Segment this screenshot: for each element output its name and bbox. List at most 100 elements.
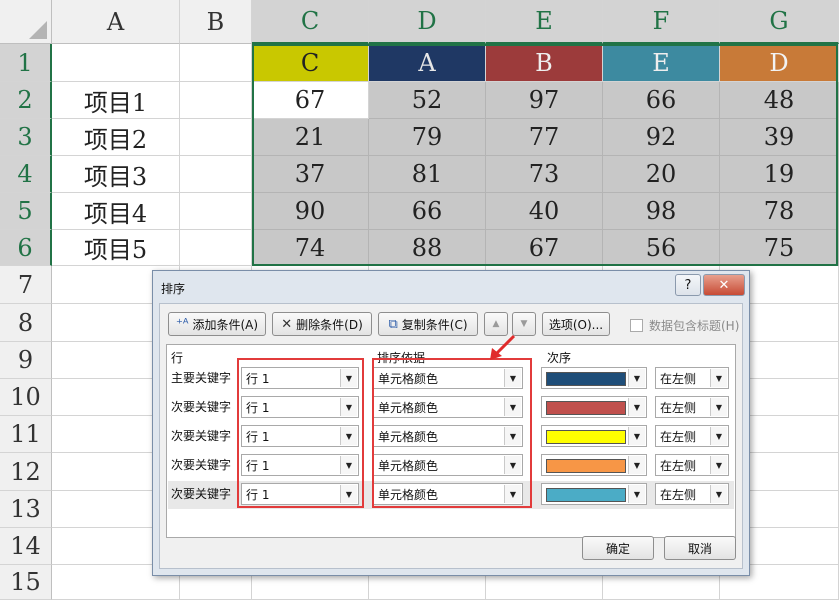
ok-button[interactable]: 确定 (582, 536, 654, 560)
row-header-14[interactable]: 14 (0, 528, 52, 565)
cell[interactable]: A (369, 44, 486, 82)
cell[interactable]: 90 (252, 193, 369, 230)
cell[interactable]: 75 (720, 230, 839, 266)
chevron-down-icon[interactable]: ▼ (504, 398, 521, 416)
options-button[interactable]: 选项(O)... (542, 312, 610, 336)
close-button[interactable]: ✕ (703, 274, 745, 296)
column-header-e[interactable]: E (486, 0, 603, 44)
chevron-down-icon[interactable]: ▼ (340, 456, 357, 474)
row-header-7[interactable]: 7 (0, 266, 52, 304)
cell[interactable] (180, 156, 252, 193)
cell[interactable]: 66 (369, 193, 486, 230)
cell[interactable] (180, 193, 252, 230)
cell[interactable]: 21 (252, 119, 369, 156)
column-header-g[interactable]: G (720, 0, 839, 44)
chevron-down-icon[interactable]: ▼ (628, 398, 645, 416)
chevron-down-icon[interactable]: ▼ (340, 427, 357, 445)
help-button[interactable]: ? (675, 274, 701, 296)
cell[interactable]: D (720, 44, 839, 82)
row-header-10[interactable]: 10 (0, 379, 52, 416)
delete-condition-button[interactable]: ✕ 删除条件(D) (272, 312, 372, 336)
cell[interactable]: 40 (486, 193, 603, 230)
order-color-dropdown[interactable]: ▼ (541, 396, 647, 418)
column-header-a[interactable]: A (52, 0, 180, 44)
chevron-down-icon[interactable]: ▼ (710, 456, 727, 474)
cell[interactable]: 项目5 (52, 230, 180, 266)
column-header-d[interactable]: D (369, 0, 486, 44)
cell[interactable]: 98 (603, 193, 720, 230)
row-header-5[interactable]: 5 (0, 193, 52, 230)
chevron-down-icon[interactable]: ▼ (340, 485, 357, 503)
cell[interactable]: 92 (603, 119, 720, 156)
position-dropdown[interactable]: 在左侧 ▼ (655, 483, 729, 505)
key-dropdown[interactable]: 行 1 ▼ (241, 483, 359, 505)
chevron-down-icon[interactable]: ▼ (504, 485, 521, 503)
row-header-6[interactable]: 6 (0, 230, 52, 266)
row-header-9[interactable]: 9 (0, 342, 52, 379)
key-dropdown[interactable]: 行 1 ▼ (241, 454, 359, 476)
row-header-4[interactable]: 4 (0, 156, 52, 193)
sort-on-dropdown[interactable]: 单元格颜色 ▼ (373, 425, 523, 447)
row-header-2[interactable]: 2 (0, 82, 52, 119)
chevron-down-icon[interactable]: ▼ (628, 369, 645, 387)
cell[interactable]: 67 (486, 230, 603, 266)
cell[interactable]: 37 (252, 156, 369, 193)
cell[interactable]: 52 (369, 82, 486, 119)
column-header-b[interactable]: B (180, 0, 252, 44)
cell[interactable]: 78 (720, 193, 839, 230)
cell[interactable]: 79 (369, 119, 486, 156)
cell[interactable]: 56 (603, 230, 720, 266)
order-color-dropdown[interactable]: ▼ (541, 367, 647, 389)
order-color-dropdown[interactable]: ▼ (541, 454, 647, 476)
key-dropdown[interactable]: 行 1 ▼ (241, 425, 359, 447)
cell[interactable]: 67 (252, 82, 369, 119)
position-dropdown[interactable]: 在左侧 ▼ (655, 425, 729, 447)
cell[interactable] (180, 82, 252, 119)
key-dropdown[interactable]: 行 1 ▼ (241, 396, 359, 418)
row-header-1[interactable]: 1 (0, 44, 52, 82)
chevron-down-icon[interactable]: ▼ (504, 456, 521, 474)
row-header-3[interactable]: 3 (0, 119, 52, 156)
cell[interactable]: B (486, 44, 603, 82)
chevron-down-icon[interactable]: ▼ (628, 456, 645, 474)
cell[interactable]: 19 (720, 156, 839, 193)
chevron-down-icon[interactable]: ▼ (710, 427, 727, 445)
chevron-down-icon[interactable]: ▼ (628, 485, 645, 503)
select-all-corner[interactable] (0, 0, 52, 44)
cell[interactable]: 73 (486, 156, 603, 193)
key-dropdown[interactable]: 行 1 ▼ (241, 367, 359, 389)
cell[interactable]: 88 (369, 230, 486, 266)
chevron-down-icon[interactable]: ▼ (710, 485, 727, 503)
cell[interactable]: 77 (486, 119, 603, 156)
sort-on-dropdown[interactable]: 单元格颜色 ▼ (373, 483, 523, 505)
cell[interactable]: C (252, 44, 369, 82)
chevron-down-icon[interactable]: ▼ (504, 369, 521, 387)
position-dropdown[interactable]: 在左侧 ▼ (655, 454, 729, 476)
order-color-dropdown[interactable]: ▼ (541, 425, 647, 447)
chevron-down-icon[interactable]: ▼ (710, 369, 727, 387)
cell[interactable]: 97 (486, 82, 603, 119)
column-header-c[interactable]: C (252, 0, 369, 44)
column-header-f[interactable]: F (603, 0, 720, 44)
order-color-dropdown[interactable]: ▼ (541, 483, 647, 505)
cancel-button[interactable]: 取消 (664, 536, 736, 560)
cell[interactable]: 48 (720, 82, 839, 119)
position-dropdown[interactable]: 在左侧 ▼ (655, 367, 729, 389)
cell[interactable]: 20 (603, 156, 720, 193)
cell[interactable]: 39 (720, 119, 839, 156)
chevron-down-icon[interactable]: ▼ (504, 427, 521, 445)
chevron-down-icon[interactable]: ▼ (710, 398, 727, 416)
chevron-down-icon[interactable]: ▼ (628, 427, 645, 445)
sort-on-dropdown[interactable]: 单元格颜色 ▼ (373, 454, 523, 476)
cell[interactable]: E (603, 44, 720, 82)
position-dropdown[interactable]: 在左侧 ▼ (655, 396, 729, 418)
row-header-13[interactable]: 13 (0, 491, 52, 528)
row-header-12[interactable]: 12 (0, 453, 52, 491)
copy-condition-button[interactable]: ⧉ 复制条件(C) (378, 312, 478, 336)
cell[interactable]: 项目4 (52, 193, 180, 230)
cell[interactable] (180, 230, 252, 266)
sort-on-dropdown[interactable]: 单元格颜色 ▼ (373, 367, 523, 389)
cell[interactable]: 项目3 (52, 156, 180, 193)
cell[interactable]: 66 (603, 82, 720, 119)
cell[interactable]: 项目1 (52, 82, 180, 119)
